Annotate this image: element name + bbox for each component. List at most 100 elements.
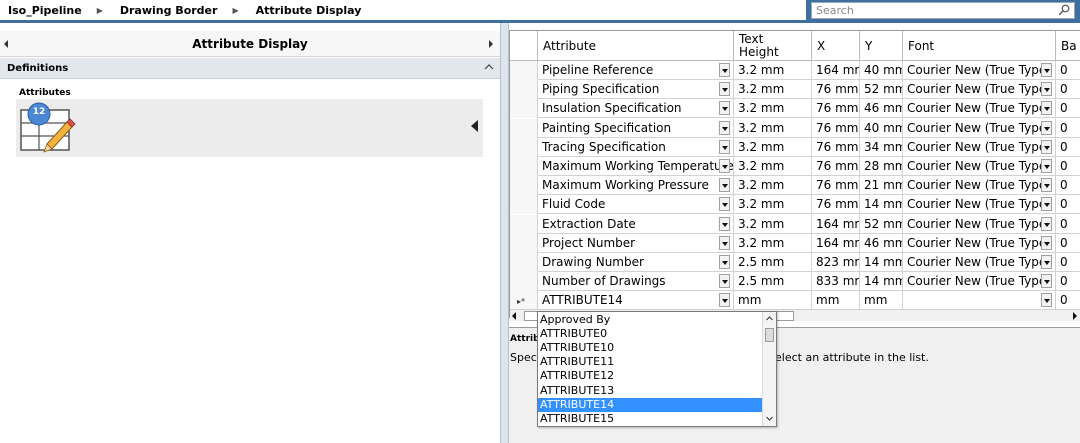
dropdown-arrow-icon[interactable] xyxy=(719,293,730,308)
cell-attribute[interactable]: Maximum Working Temperature xyxy=(538,157,734,176)
cell-attribute[interactable]: Insulation Specification xyxy=(538,99,734,119)
dropdown-arrow-icon[interactable] xyxy=(719,255,730,269)
cell-ba[interactable]: 0 xyxy=(1056,195,1080,214)
cell-x[interactable]: 76 mm xyxy=(812,118,860,138)
dropdown-arrow-icon[interactable] xyxy=(719,197,730,212)
dropdown-arrow-icon[interactable] xyxy=(719,274,730,289)
scroll-down-icon[interactable] xyxy=(766,415,773,422)
dropdown-arrow-icon[interactable] xyxy=(719,159,730,173)
cell-y[interactable]: 46 mm xyxy=(860,233,903,253)
dropdown-arrow-icon[interactable] xyxy=(1041,120,1052,135)
cell-ba[interactable]: 0 xyxy=(1056,272,1080,291)
cell-attribute[interactable]: Fluid Code xyxy=(538,195,734,215)
cell-attribute[interactable]: Pipeline Reference xyxy=(538,61,734,80)
cell-font[interactable]: Courier New (True Type) xyxy=(903,80,1056,100)
cell-height[interactable]: 3.2 mm xyxy=(734,80,812,100)
row-selector[interactable] xyxy=(510,118,538,138)
cell-y[interactable]: 14 mm xyxy=(860,195,903,215)
cell-y[interactable]: mm xyxy=(860,291,903,311)
row-selector[interactable] xyxy=(510,233,538,253)
cell-x[interactable]: 823 mm xyxy=(812,253,860,272)
cell-font[interactable]: Courier New (True Type) xyxy=(903,99,1056,119)
cell-y[interactable]: 46 mm xyxy=(860,99,903,119)
dropdown-arrow-icon[interactable] xyxy=(719,120,730,135)
cell-font[interactable]: Courier New (True Type) xyxy=(903,176,1056,196)
header-text-height[interactable]: Text Height xyxy=(734,31,812,61)
search-icon[interactable] xyxy=(1058,4,1070,16)
cell-ba[interactable]: 0 xyxy=(1056,215,1080,234)
dropdown-arrow-icon[interactable] xyxy=(1041,274,1052,289)
dropdown-option[interactable]: ATTRIBUTE10 xyxy=(538,341,763,355)
cell-attribute[interactable]: Drawing Number xyxy=(538,253,734,272)
dropdown-arrow-icon[interactable] xyxy=(1041,101,1052,116)
breadcrumb-item-drawing-border[interactable]: Drawing Border xyxy=(120,4,218,17)
row-selector[interactable] xyxy=(510,176,538,196)
dropdown-arrow-icon[interactable] xyxy=(1041,255,1052,269)
cell-font[interactable]: Courier New (True Type) xyxy=(903,272,1056,292)
cell-x[interactable]: 76 mm xyxy=(812,80,860,100)
cell-y[interactable]: 28 mm xyxy=(860,157,903,176)
cell-font[interactable]: Courier New (True Type) xyxy=(903,157,1056,176)
dropdown-arrow-icon[interactable] xyxy=(719,178,730,193)
cell-attribute[interactable]: Number of Drawings xyxy=(538,272,734,292)
cell-y[interactable]: 40 mm xyxy=(860,118,903,138)
cell-ba[interactable]: 0 xyxy=(1056,138,1080,157)
cell-font[interactable]: Courier New (True Type) xyxy=(903,195,1056,215)
cell-x[interactable]: 833 mm xyxy=(812,272,860,292)
cell-ba[interactable]: 0 xyxy=(1056,291,1080,310)
attribute-dropdown-list[interactable]: Approved By ATTRIBUTE0 ATTRIBUTE10 ATTRIBUT… xyxy=(537,311,777,427)
cell-height[interactable]: 3.2 mm xyxy=(734,195,812,215)
cell-height[interactable]: 3.2 mm xyxy=(734,61,812,80)
cell-ba[interactable]: 0 xyxy=(1056,99,1080,118)
dropdown-arrow-icon[interactable] xyxy=(719,101,730,116)
cell-attribute[interactable]: Project Number xyxy=(538,233,734,253)
dropdown-option[interactable]: ATTRIBUTE0 xyxy=(538,327,763,341)
cell-height[interactable]: mm xyxy=(734,291,812,311)
cell-font[interactable]: Courier New (True Type) xyxy=(903,137,1056,157)
scroll-up-icon[interactable] xyxy=(766,315,773,322)
dropdown-option[interactable]: Approved By xyxy=(538,313,763,327)
dropdown-scroll-thumb[interactable] xyxy=(765,328,774,342)
cell-height[interactable]: 3.2 mm xyxy=(734,176,812,196)
dropdown-option[interactable]: ATTRIBUTE12 xyxy=(538,369,763,383)
dropdown-arrow-icon[interactable] xyxy=(719,82,730,97)
cell-attribute[interactable]: Extraction Date xyxy=(538,214,734,234)
dropdown-arrow-icon[interactable] xyxy=(1041,139,1052,154)
cell-attribute[interactable]: Painting Specification xyxy=(538,118,734,138)
cell-height[interactable]: 3.2 mm xyxy=(734,118,812,138)
cell-attribute[interactable]: Tracing Specification xyxy=(538,137,734,157)
row-selector[interactable] xyxy=(510,80,538,100)
dropdown-arrow-icon[interactable] xyxy=(1041,293,1052,308)
dropdown-option[interactable]: ATTRIBUTE11 xyxy=(538,355,763,369)
cell-font[interactable]: Courier New (True Type) xyxy=(903,118,1056,138)
row-selector[interactable] xyxy=(510,253,538,272)
cell-y[interactable]: 40 mm xyxy=(860,61,903,80)
search-input[interactable]: Search xyxy=(811,2,1075,19)
header-attribute[interactable]: Attribute xyxy=(538,31,734,61)
cell-height[interactable]: 2.5 mm xyxy=(734,272,812,292)
cell-x[interactable]: 76 mm xyxy=(812,137,860,157)
cell-attribute[interactable]: Piping Specification xyxy=(538,80,734,100)
cell-ba[interactable]: 0 xyxy=(1056,157,1080,176)
dropdown-scrollbar[interactable] xyxy=(762,312,776,426)
expand-right-icon[interactable] xyxy=(489,40,493,48)
cell-font[interactable]: Courier New (True Type) xyxy=(903,214,1056,234)
row-selector[interactable] xyxy=(510,214,538,234)
row-selector[interactable] xyxy=(510,137,538,157)
cell-y[interactable]: 14 mm xyxy=(860,272,903,292)
header-y[interactable]: Y xyxy=(860,31,903,61)
scroll-right-icon[interactable] xyxy=(1073,312,1077,320)
cell-x[interactable]: 164 mm xyxy=(812,214,860,234)
row-selector[interactable] xyxy=(510,99,538,119)
cell-x[interactable]: 164 mm xyxy=(812,233,860,253)
cell-x[interactable]: 164 mm xyxy=(812,61,860,80)
panel-splitter[interactable] xyxy=(500,23,509,443)
dropdown-arrow-icon[interactable] xyxy=(719,139,730,154)
dropdown-option[interactable]: ATTRIBUTE14 xyxy=(538,397,763,412)
cell-x[interactable]: 76 mm xyxy=(812,157,860,176)
cell-ba[interactable]: 0 xyxy=(1056,80,1080,99)
header-ba[interactable]: Ba xyxy=(1056,31,1080,61)
cell-y[interactable]: 14 mm xyxy=(860,253,903,272)
dropdown-arrow-icon[interactable] xyxy=(719,235,730,250)
chevron-up-icon[interactable] xyxy=(484,62,494,72)
